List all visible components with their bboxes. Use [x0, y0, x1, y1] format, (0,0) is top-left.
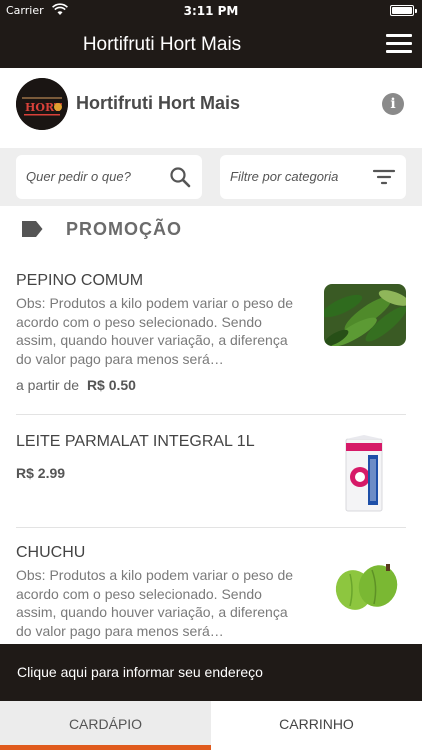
product-item[interactable]: PEPINO COMUM Obs: Produtos a kilo podem … — [16, 272, 406, 398]
product-image-chayote — [324, 556, 406, 618]
status-bar: Carrier 3:11 PM — [0, 0, 422, 22]
section-title: PROMOÇÃO — [66, 219, 182, 239]
tag-icon — [22, 221, 43, 237]
product-image-cucumber — [324, 284, 406, 346]
search-placeholder: Quer pedir o que? — [26, 169, 131, 184]
filter-icon[interactable] — [372, 165, 396, 189]
store-header: HORT Hortifruti Hort Mais i — [0, 68, 422, 148]
nav-bar: Hortifruti Hort Mais — [0, 22, 422, 68]
section-header: PROMOÇÃO — [0, 206, 422, 252]
category-placeholder: Filtre por categoria — [230, 169, 339, 184]
store-logo: HORT — [16, 78, 68, 130]
tab-menu[interactable]: CARDÁPIO — [0, 701, 211, 750]
price-prefix: a partir de — [16, 377, 80, 393]
address-label: Clique aqui para informar seu endereço — [17, 664, 263, 680]
product-price-row: a partir de R$ 0.50 — [16, 377, 136, 393]
filter-bar: Quer pedir o que? Filtre por categoria — [0, 148, 422, 206]
divider — [16, 527, 406, 528]
search-icon[interactable] — [168, 165, 192, 189]
divider — [16, 414, 406, 415]
product-item[interactable]: LEITE PARMALAT INTEGRAL 1L R$ 2.99 — [16, 433, 406, 517]
product-description: Obs: Produtos a kilo podem variar o peso… — [16, 567, 294, 639]
product-name: PEPINO COMUM — [16, 272, 144, 289]
product-price: R$ 0.50 — [86, 377, 136, 393]
info-icon[interactable]: i — [382, 93, 404, 115]
page-title: Hortifruti Hort Mais — [82, 34, 242, 55]
store-name: Hortifruti Hort Mais — [76, 93, 240, 113]
search-input[interactable]: Quer pedir o que? — [16, 155, 202, 199]
product-item[interactable]: CHUCHU Obs: Produtos a kilo podem variar… — [16, 544, 406, 644]
clock: 3:11 PM — [183, 4, 239, 18]
address-button[interactable]: Clique aqui para informar seu endereço — [0, 644, 422, 701]
battery-icon — [390, 5, 417, 16]
product-image-milk — [324, 433, 406, 513]
product-name: LEITE PARMALAT INTEGRAL 1L — [16, 433, 255, 450]
tab-bar: CARDÁPIO CARRINHO — [0, 701, 422, 750]
category-filter[interactable]: Filtre por categoria — [220, 155, 406, 199]
product-description: Obs: Produtos a kilo podem variar o peso… — [16, 295, 294, 367]
product-price: R$ 2.99 — [16, 465, 66, 481]
product-price-row: R$ 2.99 — [16, 465, 65, 481]
hamburger-menu-icon[interactable] — [386, 34, 412, 56]
product-name: CHUCHU — [16, 544, 86, 561]
tab-cart[interactable]: CARRINHO — [211, 701, 422, 750]
